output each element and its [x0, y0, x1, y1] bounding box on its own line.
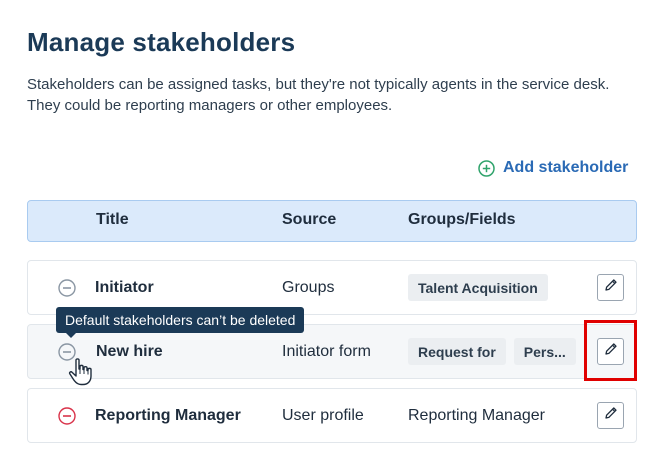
- groups-list: Talent Acquisition: [408, 274, 548, 301]
- groups-list: Request for Pers...: [408, 338, 576, 365]
- stakeholder-source: Groups: [282, 279, 335, 296]
- column-header-source: Source: [282, 211, 337, 228]
- group-tag: Pers...: [513, 338, 576, 365]
- table-row: Reporting Manager User profile Reporting…: [27, 388, 637, 443]
- stakeholder-source: User profile: [282, 407, 364, 424]
- tooltip: Default stakeholders can’t be deleted: [56, 307, 305, 338]
- column-header-title: Title: [96, 211, 129, 228]
- edit-button[interactable]: [597, 274, 624, 301]
- highlight-box: [584, 320, 637, 381]
- column-header-groups: Groups/Fields: [408, 211, 516, 228]
- pencil-icon: [603, 277, 619, 298]
- add-stakeholder-label: Add stakeholder: [503, 159, 629, 176]
- stakeholder-title: Initiator: [95, 279, 154, 296]
- page-title: Manage stakeholders: [27, 27, 296, 57]
- group-tag: Talent Acquisition: [408, 274, 548, 301]
- minus-circle-icon[interactable]: [58, 407, 76, 425]
- add-stakeholder-button[interactable]: Add stakeholder: [478, 157, 628, 179]
- pencil-icon: [603, 405, 619, 426]
- stakeholder-title: Reporting Manager: [95, 407, 241, 424]
- group-tag: Request for: [408, 338, 506, 365]
- edit-button[interactable]: [597, 402, 624, 429]
- table-header: Title Source Groups/Fields: [27, 200, 637, 242]
- hand-pointer-icon: [67, 357, 95, 387]
- stakeholder-source: Initiator form: [282, 343, 371, 360]
- plus-circle-icon: [478, 159, 495, 177]
- page-description: Stakeholders can be assigned tasks, but …: [27, 76, 610, 114]
- groups-field-text: Reporting Manager: [408, 407, 545, 424]
- stakeholder-title: New hire: [96, 343, 163, 360]
- minus-circle-icon[interactable]: [58, 279, 76, 297]
